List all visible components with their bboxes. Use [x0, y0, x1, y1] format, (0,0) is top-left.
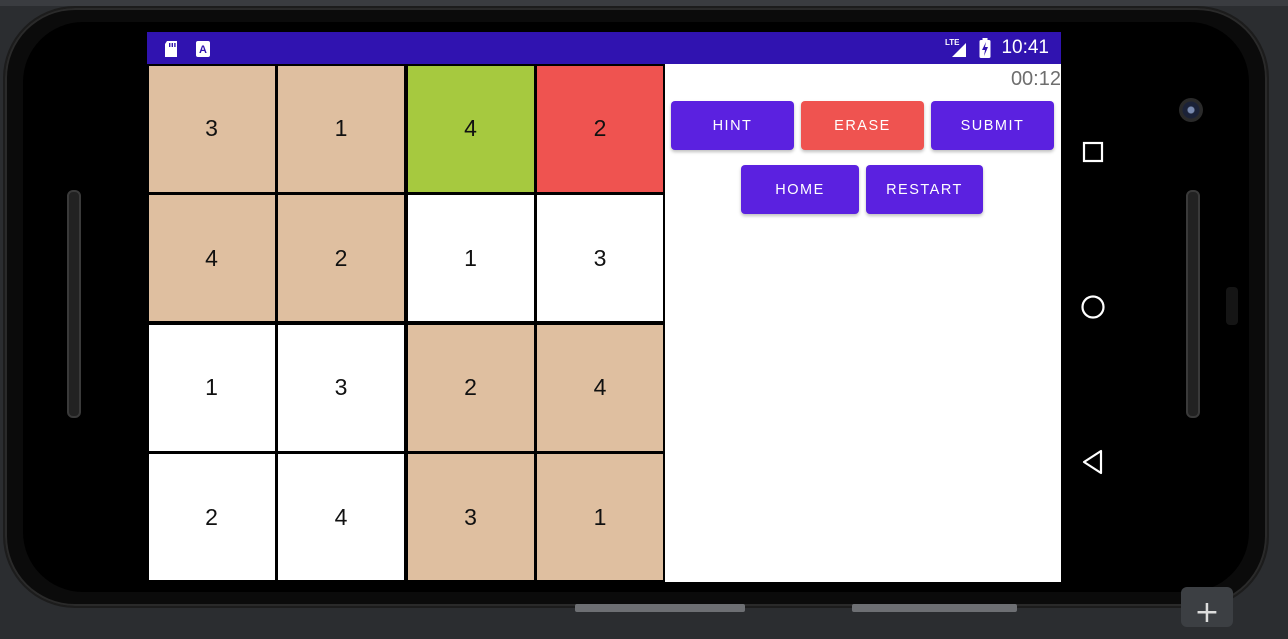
- speaker-grille-left: [67, 190, 81, 418]
- speaker-grille-right: [1186, 190, 1200, 418]
- home-circle-icon[interactable]: [1078, 292, 1108, 322]
- back-triangle-icon[interactable]: [1078, 447, 1108, 477]
- grid-cell[interactable]: 2: [537, 65, 663, 192]
- side-button: [1226, 287, 1238, 325]
- svg-text:A: A: [199, 44, 207, 56]
- erase-button[interactable]: ERASE: [801, 101, 924, 150]
- grid-cell[interactable]: 1: [537, 454, 663, 580]
- grid-cell[interactable]: 2: [407, 324, 534, 451]
- add-icon[interactable]: +: [1181, 587, 1233, 630]
- grid-cell[interactable]: 4: [278, 454, 404, 580]
- grid-cell[interactable]: 3: [407, 454, 534, 580]
- grid-cell[interactable]: 3: [278, 324, 404, 451]
- hint-button[interactable]: HINT: [671, 101, 794, 150]
- emulator-tab[interactable]: [575, 604, 745, 612]
- grid-cell[interactable]: 2: [278, 195, 404, 321]
- status-time: 10:41: [1001, 37, 1049, 58]
- overview-square-icon[interactable]: [1078, 137, 1108, 167]
- device-screen: A LTE 10:41 3142421313242431 00:12 HINT …: [147, 32, 1061, 582]
- grid-cell[interactable]: 3: [537, 195, 663, 321]
- grid-cell[interactable]: 3: [148, 65, 275, 192]
- control-panel: 00:12 HINT ERASE SUBMIT HOME RESTART: [665, 64, 1061, 582]
- restart-button[interactable]: RESTART: [866, 165, 983, 214]
- grid-cell[interactable]: 1: [407, 195, 534, 321]
- emulator-tab[interactable]: [852, 604, 1017, 612]
- lte-signal-icon: [951, 43, 967, 59]
- app-notification-icon: A: [195, 40, 211, 57]
- grid-cell[interactable]: 1: [278, 65, 404, 192]
- game-timer: 00:12: [1010, 68, 1061, 90]
- desktop-background: [0, 0, 1288, 6]
- sd-card-icon: [163, 40, 179, 57]
- grid-cell[interactable]: 4: [407, 65, 534, 192]
- grid-cell[interactable]: 2: [148, 454, 275, 580]
- submit-button[interactable]: SUBMIT: [931, 101, 1054, 150]
- home-button[interactable]: HOME: [741, 165, 859, 214]
- grid-cell[interactable]: 4: [537, 324, 663, 451]
- puzzle-grid: 3142421313242431: [147, 64, 665, 582]
- battery-charging-icon: [979, 38, 991, 58]
- grid-cell[interactable]: 4: [148, 195, 275, 321]
- front-camera-icon: [1179, 98, 1203, 122]
- status-bar: A LTE 10:41: [147, 32, 1061, 64]
- grid-cell[interactable]: 1: [148, 324, 275, 451]
